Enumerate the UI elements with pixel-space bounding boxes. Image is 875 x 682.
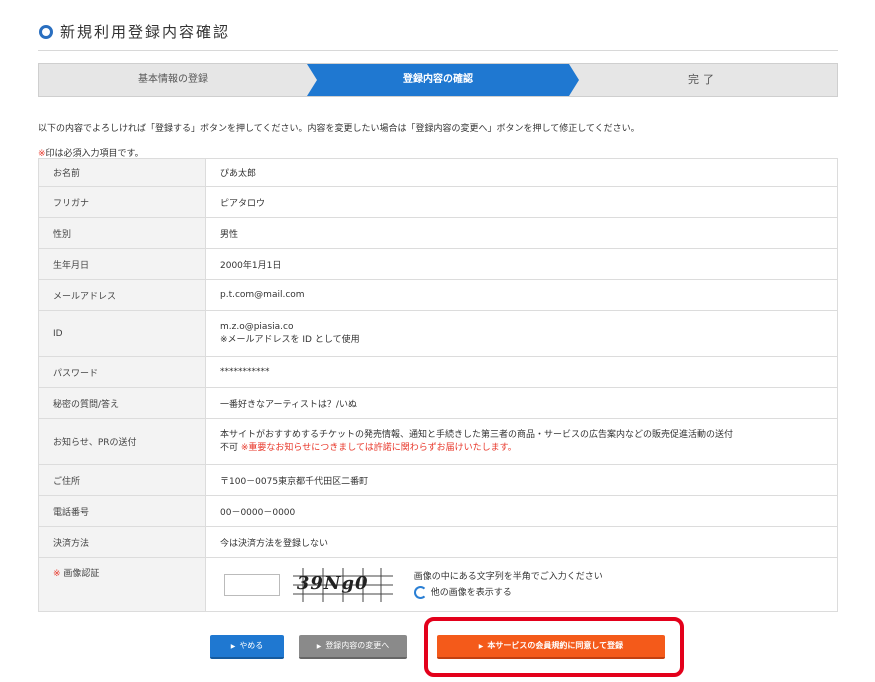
row-label: 電話番号 [38, 495, 206, 527]
table-row: 生年月日 2000年1月1日 [38, 248, 838, 280]
arrow-right-icon: ▶ [316, 643, 322, 650]
page-title: 新規利用登録内容確認 [60, 23, 231, 41]
table-row: パスワード *********** [38, 356, 838, 388]
table-row: 決済方法 今は決済方法を登録しない [38, 526, 838, 558]
row-value: *********** [205, 356, 838, 388]
table-row-captcha: ※ 画像認証 39Ng0 画像の中にある文字列を半角でご入力ください 他の画像を… [38, 557, 838, 612]
row-value: 今は決済方法を登録しない [205, 526, 838, 558]
step-basic-info: 基本情報の登録 [138, 74, 208, 85]
table-row: 秘密の質問/答え 一番好きなアーティストは？/いぬ [38, 387, 838, 419]
row-value: m.z.o@piasia.co ※メールアドレスを ID として使用 [205, 310, 838, 357]
row-value: 男性 [205, 217, 838, 249]
id-value: m.z.o@piasia.co [220, 321, 294, 332]
table-row: 電話番号 00－0000－0000 [38, 495, 838, 527]
table-row: お知らせ、PRの送付 本サイトがおすすめするチケットの発売情報、通知と手続きした… [38, 418, 838, 465]
row-value: p.t.com@mail.com [205, 279, 838, 311]
row-value: 一番好きなアーティストは？/いぬ [205, 387, 838, 419]
row-value: ピアタロウ [205, 186, 838, 218]
refresh-icon[interactable] [413, 585, 427, 599]
pr-value-line2: 不可 ※重要なお知らせにつきましては許諾に関わらずお届けいたします。 [220, 442, 837, 455]
row-label: ご住所 [38, 464, 206, 496]
row-label: パスワード [38, 356, 206, 388]
row-value: ぴあ太郎 [205, 158, 838, 187]
row-label: フリガナ [38, 186, 206, 218]
circle-bullet-icon [39, 25, 53, 39]
row-label: メールアドレス [38, 279, 206, 311]
row-value: 2000年1月1日 [205, 248, 838, 280]
pr-important-note: ※重要なお知らせにつきましては許諾に関わらずお届けいたします。 [240, 442, 517, 453]
confirmation-table: お名前 ぴあ太郎 フリガナ ピアタロウ 性別 男性 生年月日 2000年1月1日… [38, 158, 838, 612]
table-row: フリガナ ピアタロウ [38, 186, 838, 218]
captcha-cell: 39Ng0 画像の中にある文字列を半角でご入力ください 他の画像を表示する [205, 557, 838, 612]
row-label: お名前 [38, 158, 206, 187]
step-indicator: 基本情報の登録 登録内容の確認 完了 [38, 63, 838, 97]
captcha-label-cell: ※ 画像認証 [38, 557, 206, 612]
row-label: 決済方法 [38, 526, 206, 558]
row-value: 本サイトがおすすめするチケットの発売情報、通知と手続きした第三者の商品・サービス… [205, 418, 838, 465]
page-header: 新規利用登録内容確認 [38, 18, 838, 51]
edit-registration-button[interactable]: ▶ 登録内容の変更へ [299, 635, 407, 659]
captcha-text: 39Ng0 [296, 572, 369, 594]
table-row: ご住所 〒100－0075東京都千代田区二番町 [38, 464, 838, 496]
row-label: 秘密の質問/答え [38, 387, 206, 419]
row-label: 性別 [38, 217, 206, 249]
id-note: ※メールアドレスを ID として使用 [220, 334, 360, 345]
intro-text: 以下の内容でよろしければ「登録する」ボタンを押してください。内容を変更したい場合… [38, 124, 640, 134]
pr-permission: 不可 [220, 442, 239, 453]
required-mark: ※ [53, 569, 61, 579]
cancel-button-label: やめる [239, 641, 264, 650]
step-confirm: 登録内容の確認 [403, 74, 473, 85]
row-value: 〒100－0075東京都千代田区二番町 [205, 464, 838, 496]
captcha-image: 39Ng0 [292, 567, 393, 602]
table-row: 性別 男性 [38, 217, 838, 249]
table-row: お名前 ぴあ太郎 [38, 158, 838, 187]
edit-registration-button-label: 登録内容の変更へ [325, 641, 390, 650]
captcha-help-block: 画像の中にある文字列を半角でご入力ください 他の画像を表示する [413, 569, 603, 601]
pr-value: 本サイトがおすすめするチケットの発売情報、通知と手続きした第三者の商品・サービス… [220, 429, 734, 440]
row-label: 生年月日 [38, 248, 206, 280]
table-row: ID m.z.o@piasia.co ※メールアドレスを ID として使用 [38, 310, 838, 357]
captcha-help-text: 画像の中にある文字列を半角でご入力ください [413, 571, 603, 582]
captcha-label: 画像認証 [63, 569, 100, 579]
step-complete: 完了 [688, 73, 718, 86]
cancel-button[interactable]: ▶ やめる [210, 635, 284, 659]
row-label: ID [38, 310, 206, 357]
captcha-input[interactable] [224, 573, 280, 596]
captcha-refresh-link[interactable]: 他の画像を表示する [431, 588, 512, 598]
arrow-right-icon: ▶ [230, 643, 236, 650]
row-label: お知らせ、PRの送付 [38, 418, 206, 465]
row-value: 00－0000－0000 [205, 495, 838, 527]
highlight-box [424, 617, 684, 677]
table-row: メールアドレス p.t.com@mail.com [38, 279, 838, 311]
